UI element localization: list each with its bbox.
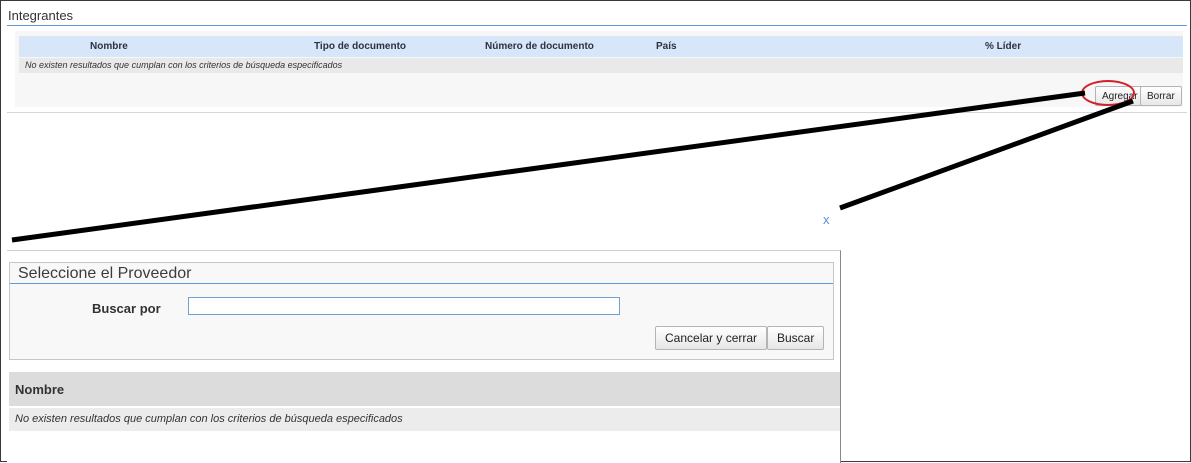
column-header-nombre[interactable]: Nombre xyxy=(90,41,128,52)
delete-button[interactable]: Borrar xyxy=(1140,86,1182,106)
highlight-ring-annotation xyxy=(1081,80,1135,106)
integrantes-table-container: Nombre Tipo de documento Número de docum… xyxy=(15,31,1183,107)
search-button[interactable]: Buscar xyxy=(767,326,825,350)
close-icon[interactable]: x xyxy=(823,212,830,227)
integrantes-section: Integrantes Nombre Tipo de documento Núm… xyxy=(7,4,1187,113)
title-divider xyxy=(10,283,833,284)
column-header-nombre[interactable]: Nombre xyxy=(15,382,64,397)
search-input[interactable] xyxy=(188,297,620,315)
search-label: Buscar por xyxy=(92,301,161,316)
column-header-tipo-documento[interactable]: Tipo de documento xyxy=(314,41,406,52)
empty-results-message: No existen resultados que cumplan con lo… xyxy=(15,413,403,425)
column-header-lider[interactable]: % Líder xyxy=(985,41,1021,52)
cancel-close-button[interactable]: Cancelar y cerrar xyxy=(655,326,768,350)
results-header: Nombre xyxy=(9,372,840,406)
table-header: Nombre Tipo de documento Número de docum… xyxy=(19,36,1183,57)
empty-results-message: No existen resultados que cumplan con lo… xyxy=(25,60,343,70)
modal-title: Seleccione el Proveedor xyxy=(18,265,192,282)
column-header-pais[interactable]: País xyxy=(656,41,677,52)
modal-empty-results-row: No existen resultados que cumplan con lo… xyxy=(9,408,840,431)
empty-results-row: No existen resultados que cumplan con lo… xyxy=(19,58,1183,73)
section-title: Integrantes xyxy=(8,8,74,23)
provider-search-panel: Seleccione el Proveedor Buscar por Cance… xyxy=(9,262,834,360)
section-divider xyxy=(7,25,1187,26)
column-header-numero-documento[interactable]: Número de documento xyxy=(485,41,594,52)
